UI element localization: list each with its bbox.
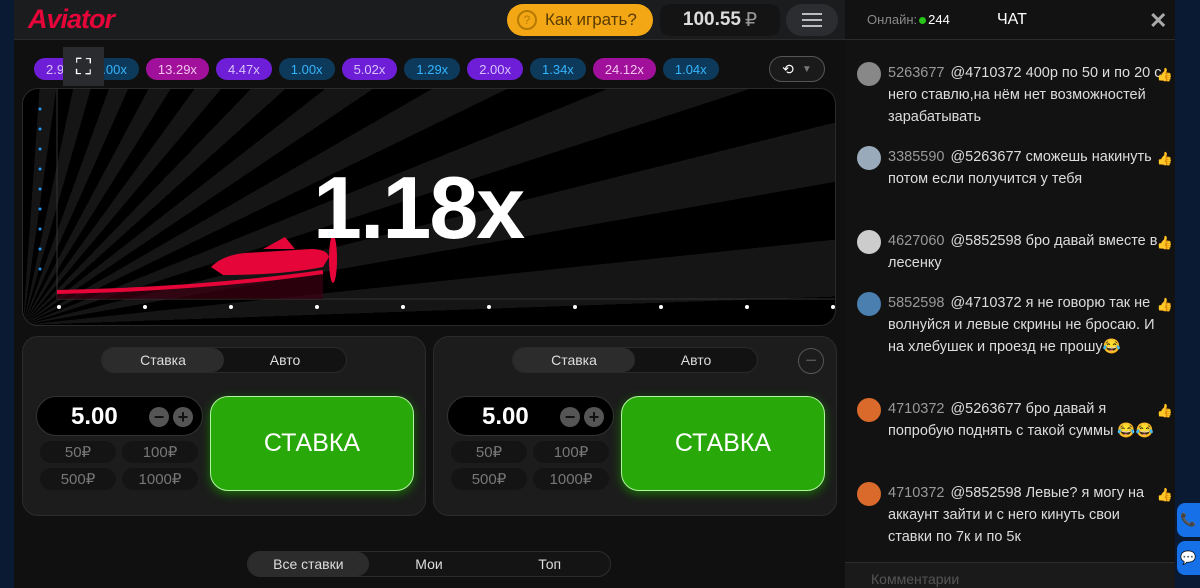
- chat-message: 4710372 @5852598 Левые? я могу на аккаунт…: [857, 482, 1173, 548]
- online-dot-icon: [919, 17, 927, 24]
- chat-username: 4627060: [888, 233, 945, 249]
- history-multiplier[interactable]: 24.12x: [592, 58, 656, 80]
- online-label: Онлайн:: [867, 12, 918, 27]
- chat-message: 3385590 @5263677 сможешь накинуть потом е…: [857, 146, 1173, 190]
- question-icon: ?: [517, 10, 537, 30]
- chat-username: 4710372: [888, 401, 945, 417]
- like-icon[interactable]: 👍: [1157, 64, 1173, 86]
- chat-username: 3385590: [888, 149, 945, 165]
- bets-tabs: Все ставки Мои Топ: [247, 551, 611, 577]
- remove-panel-button[interactable]: −: [798, 348, 824, 374]
- chat-message: 5852598 @4710372 я не говорю так не волну…: [857, 292, 1173, 358]
- online-number: 244: [928, 12, 950, 27]
- bet-button[interactable]: СТАВКА: [621, 396, 825, 491]
- avatar: [857, 482, 881, 506]
- avatar: [857, 230, 881, 254]
- quick-amount-button[interactable]: 500₽: [451, 468, 527, 490]
- currency: ₽: [745, 9, 758, 31]
- chat-username: 5263677: [888, 65, 945, 81]
- menu-button[interactable]: [786, 4, 838, 36]
- like-icon[interactable]: 👍: [1157, 484, 1173, 506]
- plus-icon[interactable]: +: [173, 407, 193, 427]
- quick-amount-button[interactable]: 100₽: [533, 441, 609, 463]
- tab-bet[interactable]: Ставка: [102, 348, 224, 372]
- comment-input[interactable]: Комментарии: [845, 562, 1175, 588]
- current-multiplier: 1.18x: [313, 158, 525, 257]
- aviator-logo: Aviator: [28, 4, 115, 34]
- history-multiplier[interactable]: 1.04x: [662, 58, 719, 80]
- minus-icon[interactable]: −: [560, 407, 580, 427]
- how-to-play-button[interactable]: ? Как играть?: [507, 4, 653, 36]
- quick-amount-button[interactable]: 50₽: [40, 441, 116, 463]
- close-icon[interactable]: ✕: [1149, 8, 1167, 34]
- like-icon[interactable]: 👍: [1157, 232, 1173, 254]
- online-count: Онлайн: 244: [867, 12, 950, 27]
- bet-button[interactable]: СТАВКА: [210, 396, 414, 491]
- y-axis-dots: [38, 107, 42, 271]
- plus-icon[interactable]: +: [584, 407, 604, 427]
- quick-amount-button[interactable]: 1000₽: [533, 468, 609, 490]
- history-multiplier[interactable]: 13.29x: [145, 58, 209, 80]
- flight-canvas: 1.18x: [22, 88, 836, 326]
- tab-top[interactable]: Топ: [489, 552, 610, 576]
- chat-title: ЧАТ: [997, 11, 1027, 28]
- chat-panel: Онлайн: 244 ЧАТ ✕ 5263677 @4710372 400р по…: [845, 0, 1175, 588]
- phone-icon[interactable]: 📞: [1177, 503, 1200, 537]
- bet-amount-input[interactable]: 5.00 − +: [36, 396, 203, 436]
- quick-amount-button[interactable]: 100₽: [122, 441, 198, 463]
- chat-message: 4627060 @5852598 бро давай вместе в лесен…: [857, 230, 1173, 274]
- tab-bet[interactable]: Ставка: [513, 348, 635, 372]
- chat-message: 5263677 @4710372 400р по 50 и по 20 с нег…: [857, 62, 1173, 128]
- header: Aviator ? Как играть? 100.55 ₽: [14, 0, 845, 40]
- avatar: [857, 62, 881, 86]
- history-toggle-button[interactable]: ⟲ ▼: [769, 56, 825, 82]
- tab-all-bets[interactable]: Все ставки: [248, 552, 369, 576]
- bet-mode-switch: Ставка Авто: [512, 347, 758, 373]
- chat-header: Онлайн: 244 ЧАТ ✕: [845, 0, 1175, 40]
- quick-amount-button[interactable]: 500₽: [40, 468, 116, 490]
- page-edge: [1175, 0, 1200, 588]
- chat-username: 4710372: [888, 485, 945, 501]
- avatar: [857, 292, 881, 316]
- support-chat-icon[interactable]: 💬: [1177, 541, 1200, 575]
- balance: 100.55 ₽: [660, 4, 780, 36]
- avatar: [857, 146, 881, 170]
- history-multiplier[interactable]: 5.02x: [341, 58, 398, 80]
- bet-mode-switch: Ставка Авто: [101, 347, 347, 373]
- x-axis-dots: [57, 305, 835, 309]
- like-icon[interactable]: 👍: [1157, 294, 1173, 316]
- tab-my-bets[interactable]: Мои: [369, 552, 490, 576]
- chevron-down-icon: ▼: [801, 63, 812, 75]
- avatar: [857, 398, 881, 422]
- quick-amount-button[interactable]: 1000₽: [122, 468, 198, 490]
- history-multiplier[interactable]: 1.00x: [278, 58, 335, 80]
- like-icon[interactable]: 👍: [1157, 148, 1173, 170]
- bet-panel: Ставка Авто 5.00 − +50₽ 100₽ 500₽ 1000₽ СТАВКА: [22, 336, 426, 516]
- bet-amount[interactable]: 5.00: [71, 403, 118, 431]
- like-icon[interactable]: 👍: [1157, 400, 1173, 422]
- history-multiplier[interactable]: 1.29x: [404, 58, 461, 80]
- tab-auto[interactable]: Авто: [635, 348, 757, 372]
- history-icon: ⟲: [782, 60, 794, 77]
- quick-amount-button[interactable]: 50₽: [451, 441, 527, 463]
- chat-username: 5852598: [888, 295, 945, 311]
- fullscreen-icon[interactable]: ⛶: [63, 47, 104, 86]
- chat-message: 4710372 @5263677 бро давай я попробую под…: [857, 398, 1173, 442]
- how-to-play-label: Как играть?: [545, 10, 637, 29]
- tab-auto[interactable]: Авто: [224, 348, 346, 372]
- minus-icon[interactable]: −: [149, 407, 169, 427]
- history-multiplier[interactable]: 2.00x: [467, 58, 523, 80]
- history-multiplier[interactable]: 1.34x: [530, 58, 586, 80]
- multiplier-history: 2.9 1.00x 13.29x 4.47x 1.00x 5.02x 1.29x 2.00x 1…: [34, 58, 764, 80]
- balance-value: 100.55: [682, 9, 742, 30]
- bet-amount-input[interactable]: 5.00 − +: [447, 396, 614, 436]
- bet-panel: Ставка Авто − 5.00 − +50₽ 100₽ 500₽ 1000₽ СТАВ…: [433, 336, 837, 516]
- bet-amount[interactable]: 5.00: [482, 403, 529, 431]
- history-multiplier[interactable]: 4.47x: [215, 58, 272, 80]
